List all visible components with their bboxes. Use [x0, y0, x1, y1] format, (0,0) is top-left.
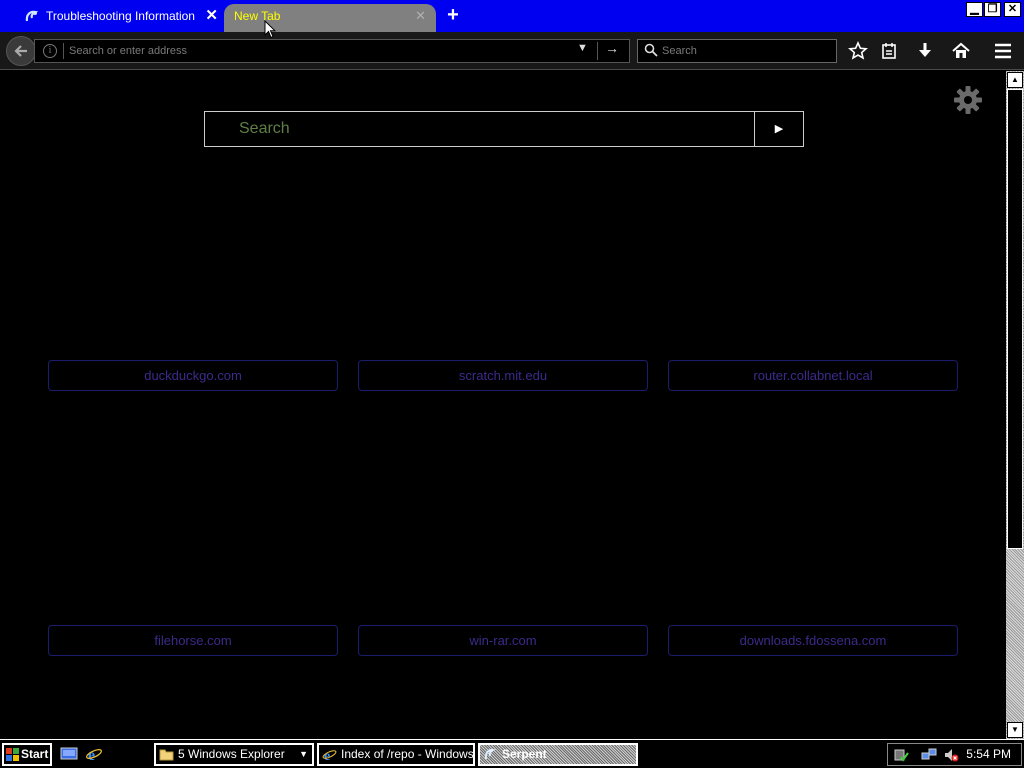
tab-close-icon[interactable]: ✕ — [205, 4, 218, 28]
chevron-down-icon: ▼ — [299, 749, 308, 759]
top-site-tile[interactable]: filehorse.com — [48, 625, 338, 656]
navigation-toolbar: i ▼ → — [0, 32, 1024, 70]
scroll-up-arrow-icon[interactable]: ▲ — [1007, 72, 1023, 88]
mouse-cursor-icon — [264, 20, 276, 39]
window-close-button[interactable]: ✕ — [1004, 2, 1021, 17]
ntp-search-submit-button[interactable]: ▶ — [754, 112, 803, 146]
internet-explorer-icon[interactable]: e — [85, 746, 103, 762]
new-tab-page: ▶ duckduckgo.com scratch.mit.edu router.… — [0, 71, 1006, 739]
tab-title: Troubleshooting Information — [46, 9, 195, 23]
window-minimize-button[interactable]: ▁ — [966, 2, 983, 17]
task-label: Index of /repo - Windows... — [341, 747, 475, 761]
tab-new-tab[interactable]: New Tab ✕ — [224, 4, 436, 32]
tab-strip: Troubleshooting Information ✕ New Tab ✕ … — [0, 0, 1024, 32]
start-button[interactable]: Start — [2, 743, 52, 766]
top-site-tile[interactable]: router.collabnet.local — [668, 360, 958, 391]
gear-icon[interactable] — [952, 84, 984, 116]
back-arrow-icon — [14, 45, 27, 57]
top-site-tile[interactable]: win-rar.com — [358, 625, 648, 656]
ie-icon: e — [322, 749, 337, 762]
svg-text:e: e — [88, 747, 95, 762]
volume-muted-icon[interactable] — [943, 747, 959, 763]
divider — [597, 42, 598, 60]
top-site-tile[interactable]: downloads.fdossena.com — [668, 625, 958, 656]
scroll-down-arrow-icon[interactable]: ▼ — [1007, 722, 1023, 738]
downloads-icon[interactable] — [914, 41, 936, 61]
serpent-icon — [484, 748, 496, 760]
start-label: Start — [21, 747, 49, 761]
svg-text:e: e — [324, 749, 330, 762]
url-input[interactable] — [69, 42, 569, 60]
search-bar[interactable] — [637, 39, 837, 63]
task-label: 5 Windows Explorer — [178, 747, 285, 761]
folder-icon — [159, 749, 174, 761]
back-button[interactable] — [6, 36, 36, 66]
vertical-scrollbar[interactable]: ▲ ▼ — [1006, 71, 1024, 739]
ntp-search-input[interactable] — [205, 112, 754, 146]
serpent-favicon-icon — [25, 10, 39, 22]
safely-remove-hardware-icon[interactable] — [893, 747, 909, 763]
taskbar: Start e 5 Windows Explorer ▼ e Index of … — [0, 739, 1024, 768]
search-icon — [644, 43, 658, 57]
search-input[interactable] — [662, 42, 832, 60]
site-info-icon[interactable]: i — [43, 44, 57, 58]
bookmark-star-icon[interactable] — [847, 41, 869, 61]
taskbar-item-serpent[interactable]: Serpent — [478, 743, 638, 766]
ntp-search-box: ▶ — [204, 111, 804, 147]
clock: 5:54 PM — [966, 747, 1011, 761]
new-tab-button[interactable]: + — [444, 4, 462, 26]
scrollbar-thumb[interactable] — [1007, 89, 1023, 549]
divider — [63, 43, 64, 59]
hamburger-menu-icon[interactable] — [992, 41, 1014, 61]
taskbar-item-index-of-repo[interactable]: e Index of /repo - Windows... — [317, 743, 475, 766]
window-maximize-button[interactable]: ❐ — [984, 2, 1001, 17]
tab-close-icon[interactable]: ✕ — [415, 4, 426, 28]
top-site-tile[interactable]: scratch.mit.edu — [358, 360, 648, 391]
network-icon[interactable] — [921, 747, 937, 763]
go-arrow-icon[interactable]: → — [605, 40, 619, 56]
taskbar-item-windows-explorer[interactable]: 5 Windows Explorer ▼ — [154, 743, 314, 766]
url-bar[interactable]: i ▼ → — [34, 39, 630, 63]
chevron-down-icon[interactable]: ▼ — [577, 42, 588, 54]
home-icon[interactable] — [950, 41, 972, 61]
reading-list-icon[interactable] — [878, 41, 900, 61]
top-site-tile[interactable]: duckduckgo.com — [48, 360, 338, 391]
show-desktop-icon[interactable] — [60, 746, 78, 762]
task-label: Serpent — [502, 747, 547, 761]
windows-logo-icon — [6, 748, 19, 761]
tab-troubleshooting[interactable]: Troubleshooting Information ✕ — [14, 4, 224, 32]
system-tray: 5:54 PM — [887, 743, 1022, 766]
